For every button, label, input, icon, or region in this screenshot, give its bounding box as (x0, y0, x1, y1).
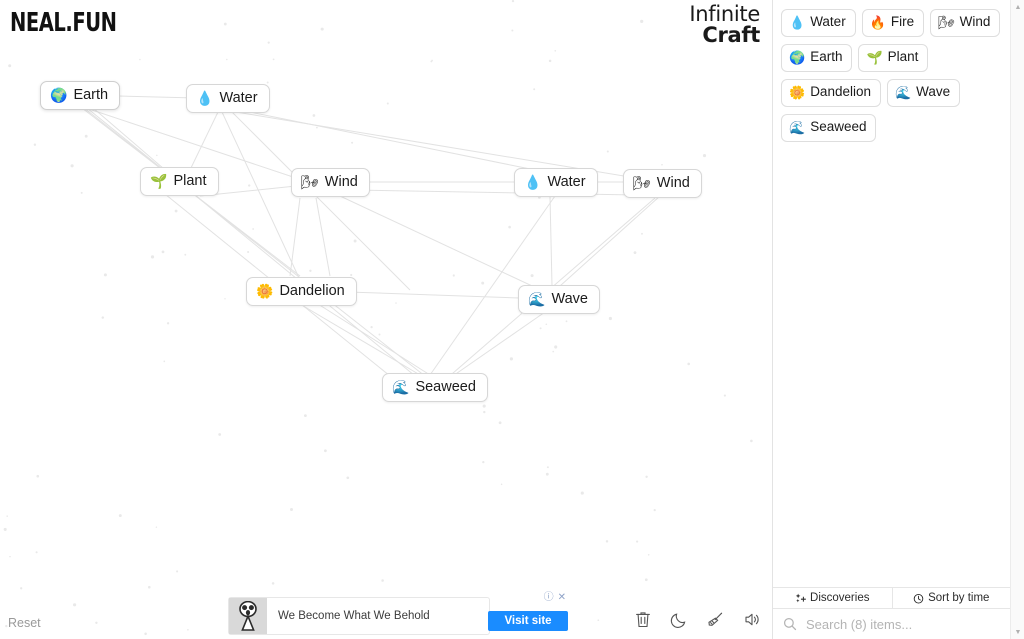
canvas-node-water[interactable]: 💧 Water (186, 84, 270, 113)
wave-icon: 🌊 (894, 84, 912, 100)
scroll-up-arrow[interactable]: ▲ (1011, 0, 1024, 14)
wave-icon: 🌊 (528, 291, 546, 307)
sidebar-item-dandelion[interactable]: 🌼 Dandelion (781, 78, 881, 107)
seaweed-icon: 🌊 (392, 379, 410, 395)
sidebar-item-wave[interactable]: 🌊 Wave (886, 78, 961, 107)
ad-character-icon (239, 601, 257, 631)
neal-fun-logo[interactable]: NEAL.FUN (10, 8, 117, 37)
infinite-craft-logo: Infinite Craft (689, 2, 760, 48)
fire-icon: 🔥 (869, 14, 886, 30)
plant-icon: 🌱 (150, 173, 168, 189)
reset-button[interactable]: Reset (8, 616, 41, 630)
crafting-canvas[interactable]: NEAL.FUN Infinite Craft 🌍 Earth 💧 Water 🌱 Pla… (0, 0, 772, 639)
scroll-down-arrow[interactable]: ▼ (1011, 625, 1024, 639)
tab-discoveries-label: Discoveries (810, 592, 870, 604)
canvas-node-seaweed[interactable]: 🌊 Seaweed (382, 373, 488, 402)
water-icon: 💧 (789, 14, 806, 30)
sidebar-item-label: Water (810, 14, 846, 29)
canvas-node-label: Wind (656, 175, 690, 191)
tab-discoveries[interactable]: Discoveries (773, 588, 892, 608)
search-icon (783, 617, 797, 631)
ad-banner: We Become What We Behold ⓘ ✕ Visit site (228, 593, 568, 637)
water-icon: 💧 (524, 174, 542, 190)
broom-icon[interactable] (704, 607, 726, 631)
sidebar-item-label: Wave (916, 83, 951, 99)
sidebar-item-earth[interactable]: 🌍 Earth (781, 43, 853, 72)
sparkle-plus-icon (795, 593, 806, 602)
canvas-node-label: Earth (73, 87, 109, 103)
sidebar-item-label: Earth (810, 48, 843, 64)
sidebar-item-label: Fire (890, 14, 915, 29)
water-icon: 💧 (196, 90, 214, 106)
sidebar-item-fire[interactable]: 🔥 Fire (861, 9, 925, 37)
sidebar-item-wind[interactable]: 🌬 Wind (930, 9, 1001, 37)
canvas-node-label: Wind (324, 174, 358, 190)
sidebar-item-label: Seaweed (810, 118, 867, 134)
clock-icon (913, 593, 924, 604)
earth-icon: 🌍 (50, 87, 68, 103)
dandelion-icon: 🌼 (789, 84, 806, 100)
seaweed-icon: 🌊 (789, 119, 806, 135)
canvas-node-plant[interactable]: 🌱 Plant (140, 167, 219, 196)
search-bar[interactable] (773, 609, 1010, 639)
search-input[interactable] (804, 615, 1000, 633)
ad-visit-site-button[interactable]: Visit site (488, 611, 568, 631)
discoveries-sidebar: 💧 Water 🔥 Fire 🌬 Wind 🌍 Earth 🌱 Plant 🌼 Dandelion 🌊 W… (772, 0, 1010, 639)
earth-icon: 🌍 (789, 49, 806, 65)
logo-line-infinite: Infinite (689, 2, 760, 26)
infinite-craft-app: NEAL.FUN Infinite Craft 🌍 Earth 💧 Water 🌱 Pla… (0, 0, 1024, 639)
trash-icon[interactable] (632, 607, 654, 631)
plant-icon: 🌱 (866, 49, 883, 65)
sound-icon[interactable] (740, 607, 762, 631)
ad-thumbnail-icon (229, 598, 267, 634)
dandelion-icon: 🌼 (256, 283, 274, 299)
canvas-node-label: Seaweed (415, 379, 476, 395)
canvas-node-water[interactable]: 💧 Water (514, 168, 598, 197)
canvas-node-label: Wave (551, 291, 588, 307)
sidebar-item-label: Plant (887, 48, 919, 64)
canvas-node-wind[interactable]: 🌬 Wind (291, 168, 370, 197)
tab-sort-by-time-label: Sort by time (928, 592, 990, 604)
logo-line-craft: Craft (702, 23, 760, 48)
tab-sort-by-time[interactable]: Sort by time (891, 588, 1010, 608)
sidebar-item-label: Dandelion (810, 83, 871, 99)
canvas-node-label: Dandelion (279, 283, 345, 299)
canvas-node-label: Water (219, 90, 258, 106)
page-scrollbar[interactable]: ▲ ▼ (1010, 0, 1024, 639)
ad-controls: ⓘ ✕ (544, 593, 566, 603)
sidebar-footer: Discoveries Sort by time (773, 587, 1010, 639)
sidebar-item-label: Wind (959, 14, 991, 29)
canvas-node-earth[interactable]: 🌍 Earth (40, 81, 121, 110)
ad-close-icon[interactable]: ✕ (558, 593, 566, 603)
sidebar-item-water[interactable]: 💧 Water (781, 9, 856, 37)
sidebar-item-seaweed[interactable]: 🌊 Seaweed (781, 113, 877, 142)
moon-icon[interactable] (668, 607, 690, 631)
sidebar-tabs: Discoveries Sort by time (773, 587, 1010, 609)
canvas-node-dandelion[interactable]: 🌼 Dandelion (246, 277, 357, 306)
ad-content[interactable]: We Become What We Behold (228, 597, 490, 635)
ad-title: We Become What We Behold (278, 610, 430, 622)
canvas-node-wave[interactable]: 🌊 Wave (518, 285, 600, 314)
sidebar-item-plant[interactable]: 🌱 Plant (858, 43, 929, 72)
canvas-node-wind[interactable]: 🌬 Wind (623, 169, 702, 198)
canvas-toolbar (632, 607, 762, 631)
element-list: 💧 Water 🔥 Fire 🌬 Wind 🌍 Earth 🌱 Plant 🌼 Dandelion 🌊 W… (773, 0, 1010, 587)
canvas-node-label: Plant (173, 173, 207, 189)
wind-icon: 🌬 (938, 14, 955, 30)
canvas-node-label: Water (547, 174, 586, 190)
ad-info-icon[interactable]: ⓘ (544, 593, 554, 603)
wind-icon: 🌬 (633, 175, 651, 191)
wind-icon: 🌬 (301, 174, 319, 190)
